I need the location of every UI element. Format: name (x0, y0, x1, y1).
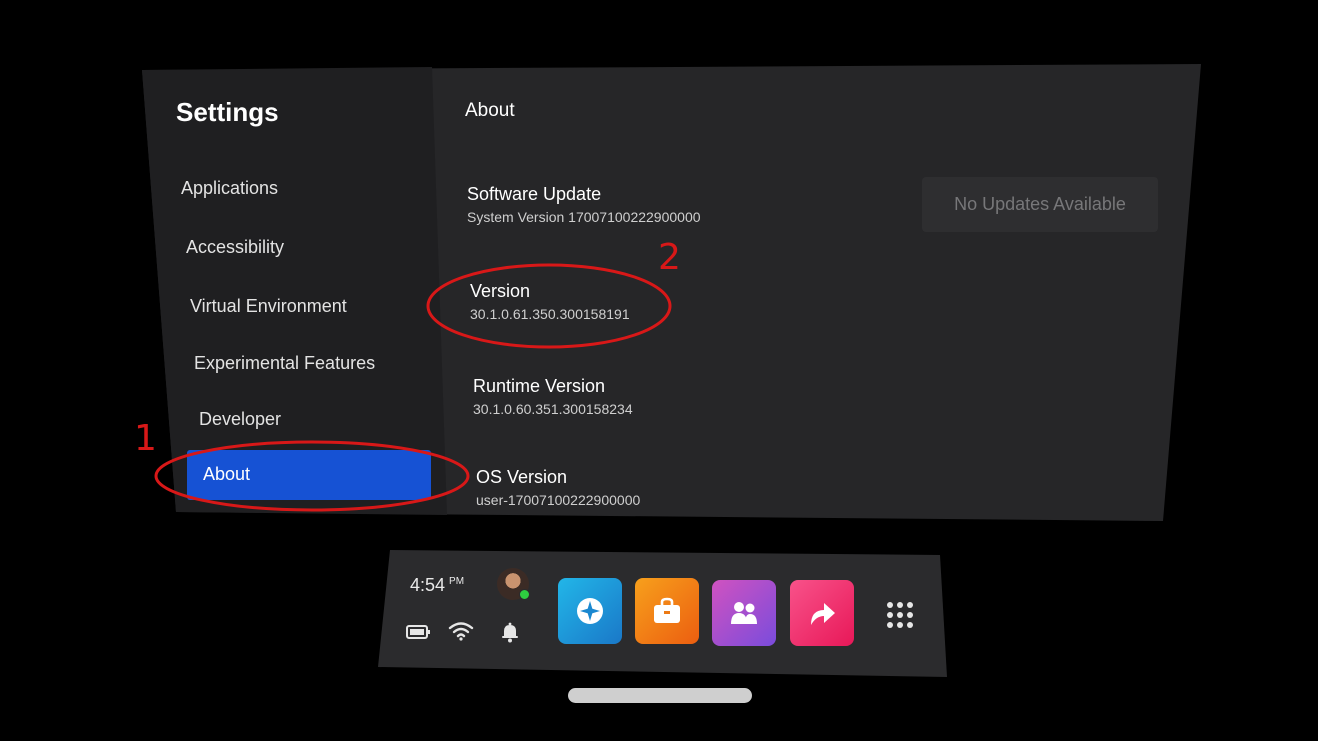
version-value: 30.1.0.61.350.300158191 (470, 306, 630, 322)
online-status-dot (519, 589, 530, 600)
os-version-heading: OS Version (476, 467, 568, 487)
clock-ampm: PM (449, 576, 465, 587)
runtime-version-heading: Runtime Version (473, 376, 606, 396)
home-bar-handle[interactable] (568, 688, 752, 703)
bell-icon[interactable] (498, 620, 522, 644)
sidebar-item-accessibility[interactable]: Accessibility (186, 237, 284, 258)
battery-icon[interactable] (406, 624, 432, 640)
software-update-row: Software Update System Version 170071002… (467, 184, 701, 225)
settings-title: Settings (176, 97, 279, 127)
clock-time: 4:54 (410, 575, 446, 595)
people-icon (731, 602, 757, 624)
clock: 4:54 PM (410, 575, 464, 596)
annotation-marker-1: 1 (134, 418, 157, 459)
annotation-marker-2: 2 (658, 237, 681, 278)
vr-home-scene: Settings Applications Accessibility Virt… (0, 0, 1318, 741)
sidebar-item-virtual-environment[interactable]: Virtual Environment (190, 296, 347, 317)
version-row: Version 30.1.0.61.350.300158191 (470, 281, 630, 322)
share-app-button[interactable] (790, 580, 854, 646)
wifi-icon[interactable] (448, 620, 474, 642)
sidebar-item-applications[interactable]: Applications (181, 178, 278, 199)
version-heading: Version (470, 281, 531, 301)
runtime-version-value: 30.1.0.60.351.300158234 (473, 401, 633, 417)
sidebar-item-label: Experimental Features (194, 353, 376, 373)
sidebar-item-label: Virtual Environment (190, 296, 347, 316)
os-version-value: user-17007100222900000 (476, 492, 641, 508)
store-icon (654, 597, 680, 623)
people-app-button[interactable] (712, 580, 776, 646)
sidebar-item-label: Accessibility (186, 237, 285, 257)
app-grid-icon[interactable] (885, 600, 915, 630)
explore-app-button[interactable] (558, 578, 622, 644)
sidebar-item-label: About (203, 464, 251, 484)
system-version-text: System Version 17007100222900000 (467, 209, 701, 225)
sidebar-item-developer[interactable]: Developer (199, 409, 281, 430)
sidebar-item-about[interactable]: About (187, 450, 431, 500)
runtime-version-row: Runtime Version 30.1.0.60.351.300158234 (473, 376, 633, 417)
share-icon (811, 603, 835, 625)
page-title: About (465, 100, 515, 121)
sidebar-item-experimental-features[interactable]: Experimental Features (194, 353, 375, 374)
sidebar-item-label: Developer (199, 409, 282, 429)
store-app-button[interactable] (635, 578, 699, 644)
os-version-row: OS Version user-17007100222900000 (476, 467, 640, 508)
no-updates-button[interactable]: No Updates Available (922, 177, 1158, 232)
explore-icon (577, 598, 603, 624)
software-update-heading: Software Update (467, 184, 602, 204)
sidebar-item-label: Applications (181, 178, 279, 198)
avatar[interactable] (497, 568, 530, 600)
